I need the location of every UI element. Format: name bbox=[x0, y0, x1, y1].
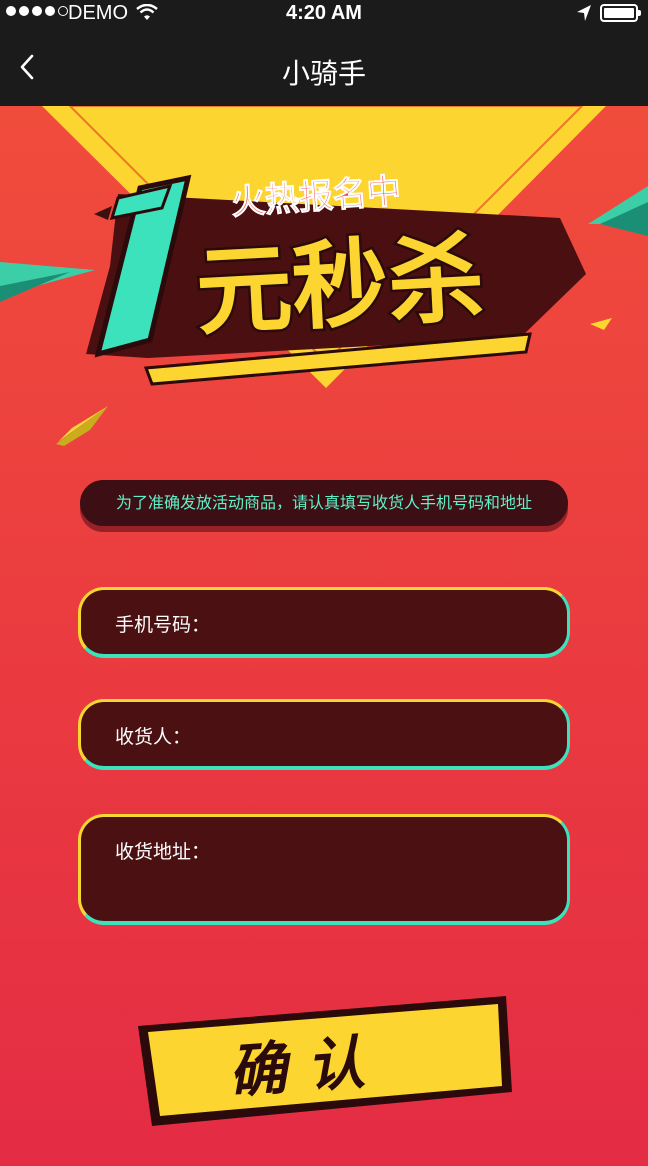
promo-banner: 火热报名中 元秒杀 bbox=[0, 106, 648, 446]
confirm-button[interactable]: 确 认 bbox=[130, 988, 520, 1138]
phone-number-label: 手机号码： bbox=[115, 614, 211, 636]
address-field[interactable]: 收货地址： bbox=[78, 814, 570, 925]
location-arrow-icon bbox=[577, 5, 591, 21]
promo-page: 火热报名中 元秒杀 为了准确发放活动商品，请认真填写收货人手机号码和地址 手机号… bbox=[0, 106, 648, 1166]
nav-bar: 小骑手 bbox=[0, 28, 648, 106]
recipient-label: 收货人： bbox=[115, 726, 192, 748]
confirm-button-label: 确 认 bbox=[226, 1029, 367, 1106]
instruction-text: 为了准确发放活动商品，请认真填写收货人手机号码和地址 bbox=[80, 480, 568, 526]
page-title: 小骑手 bbox=[281, 57, 366, 90]
status-bar: DEMO 4:20 AM bbox=[0, 0, 648, 28]
status-time: 4:20 AM bbox=[286, 2, 362, 24]
recipient-field[interactable]: 收货人： bbox=[78, 699, 570, 770]
battery-icon bbox=[600, 4, 641, 22]
phone-number-field[interactable]: 手机号码： bbox=[78, 587, 570, 658]
address-label: 收货地址： bbox=[115, 841, 211, 863]
headline-text: 元秒杀 bbox=[193, 222, 486, 349]
